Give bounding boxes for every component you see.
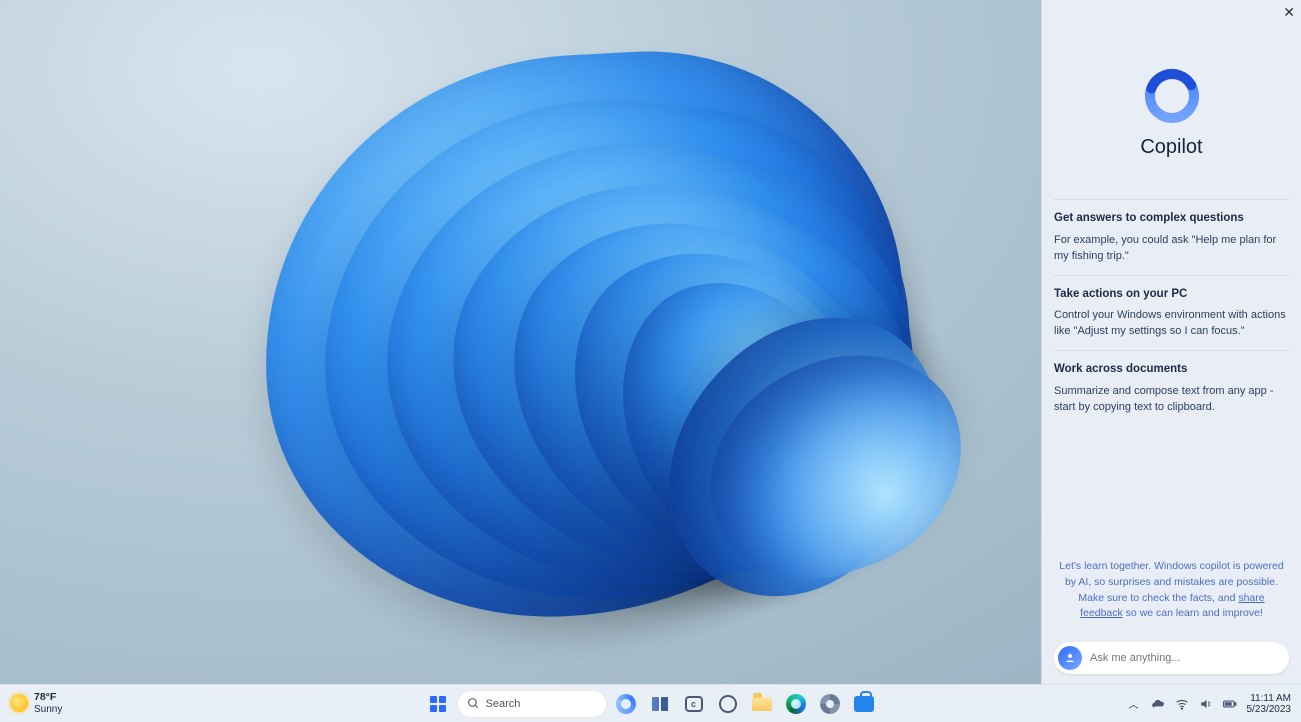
weather-temp: 78°F	[34, 692, 62, 704]
copilot-logo-icon	[1144, 68, 1200, 124]
settings-button[interactable]	[815, 689, 845, 719]
weather-widget[interactable]: 78°F Sunny	[10, 692, 62, 715]
clock-time: 11:11 AM	[1247, 693, 1292, 704]
section-body: Summarize and compose text from any app …	[1054, 384, 1289, 416]
section-body: For example, you could ask "Help me plan…	[1054, 233, 1289, 265]
copilot-panel: ✕ Copilot Get answers to complex questio…	[1041, 0, 1301, 684]
folder-icon	[752, 697, 772, 711]
close-icon[interactable]: ✕	[1283, 4, 1295, 21]
volume-icon[interactable]	[1199, 697, 1213, 711]
circle-icon	[719, 695, 737, 713]
disclaimer-text: so we can learn and improve!	[1123, 607, 1263, 619]
taskbar-clock[interactable]: 11:11 AM 5/23/2023	[1247, 693, 1292, 715]
sun-icon	[10, 694, 28, 712]
copilot-input-row[interactable]	[1054, 642, 1289, 674]
store-icon	[854, 696, 874, 712]
edge-button[interactable]	[781, 689, 811, 719]
file-explorer-button[interactable]	[747, 689, 777, 719]
copilot-taskbar-button[interactable]	[611, 689, 641, 719]
start-button[interactable]	[423, 689, 453, 719]
taskbar-search[interactable]: Search	[457, 690, 607, 718]
copilot-icon	[616, 694, 636, 714]
store-button[interactable]	[849, 689, 879, 719]
task-view-button[interactable]	[645, 689, 675, 719]
copilot-avatar-icon	[1058, 646, 1082, 670]
copilot-title: Copilot	[1054, 136, 1289, 159]
tray-overflow-button[interactable]: ︿	[1127, 697, 1141, 711]
battery-icon[interactable]	[1223, 697, 1237, 711]
section-heading: Take actions on your PC	[1054, 286, 1289, 303]
widgets-button[interactable]	[713, 689, 743, 719]
copilot-section: Work across documents Summarize and comp…	[1054, 350, 1289, 426]
clock-date: 5/23/2023	[1247, 704, 1292, 715]
search-icon	[467, 697, 480, 710]
gear-icon	[820, 694, 840, 714]
copilot-hero: Copilot	[1054, 68, 1289, 159]
search-placeholder: Search	[486, 698, 521, 710]
weather-condition: Sunny	[34, 704, 62, 715]
copilot-disclaimer: Let's learn together. Windows copilot is…	[1054, 549, 1289, 632]
section-heading: Work across documents	[1054, 361, 1289, 378]
section-heading: Get answers to complex questions	[1054, 210, 1289, 227]
edge-icon	[786, 694, 806, 714]
onedrive-icon[interactable]	[1151, 697, 1165, 711]
start-icon	[430, 696, 446, 712]
copilot-input[interactable]	[1090, 652, 1279, 664]
task-view-icon	[652, 697, 668, 711]
chat-icon	[685, 696, 703, 712]
chat-button[interactable]	[679, 689, 709, 719]
wifi-icon[interactable]	[1175, 697, 1189, 711]
section-body: Control your Windows environment with ac…	[1054, 308, 1289, 340]
copilot-section: Take actions on your PC Control your Win…	[1054, 275, 1289, 351]
taskbar: 78°F Sunny Search ︿ 11:11 AM 5/23/2023	[0, 684, 1301, 722]
copilot-section: Get answers to complex questions For exa…	[1054, 199, 1289, 275]
